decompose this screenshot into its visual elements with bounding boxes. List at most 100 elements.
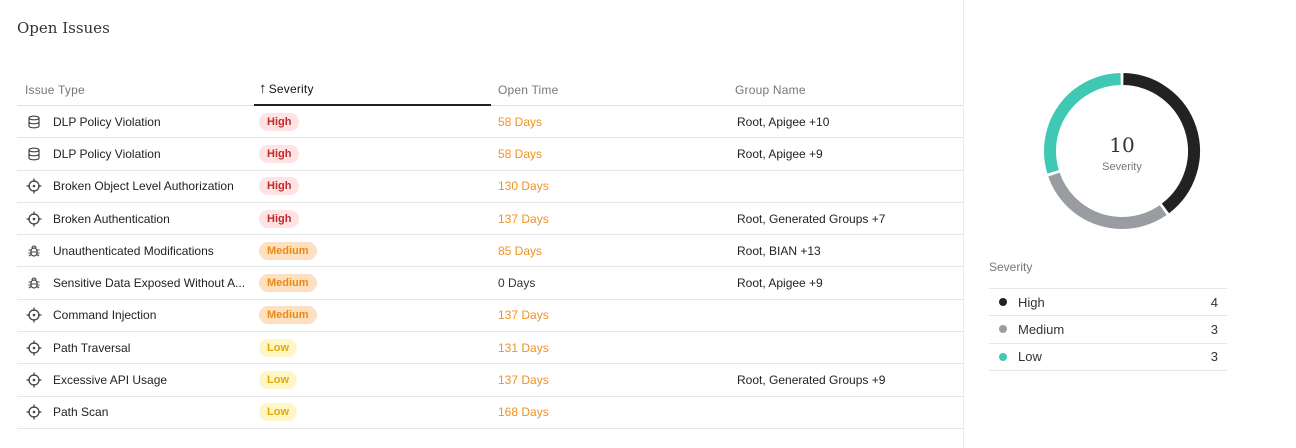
column-header-issue-type[interactable]: Issue Type [17,83,254,105]
table-body: DLP Policy Violation High 58 Days Root, Api… [17,106,963,429]
group-name-cell: Root, Apigee +9 [737,276,823,291]
issue-name: Path Traversal [53,340,131,355]
open-time-cell: 58 Days [498,146,543,161]
legend-dot-icon [999,352,1007,361]
crosshair-icon [26,307,42,323]
issue-name: DLP Policy Violation [53,114,161,129]
severity-legend: High 4 Medium 3 Low 3 [989,288,1227,371]
group-name-cell: Root, Apigee +9 [737,146,823,161]
legend-item-medium[interactable]: Medium 3 [989,316,1227,344]
column-header-open-time[interactable]: Open Time [491,83,728,105]
legend-dot-icon [999,325,1007,334]
issue-type-cell: Excessive API Usage [17,372,254,388]
open-time-cell: 137 Days [498,373,549,388]
severity-badge: Medium [259,241,317,260]
issue-type-cell: Unauthenticated Modifications [17,243,254,259]
severity-summary-panel: 10 Severity Severity High 4 Medium 3 Low 3 [964,0,1296,448]
issue-type-cell: Broken Object Level Authorization [17,178,254,194]
table-row[interactable]: DLP Policy Violation High 58 Days Root, Api… [17,106,963,139]
donut-total-label: Severity [1102,161,1142,173]
severity-cell: Medium [254,241,491,260]
group-name-cell: Root, Apigee +10 [737,114,830,129]
severity-cell: Low [254,403,491,422]
issue-type-cell: Command Injection [17,307,254,323]
open-time-cell: 0 Days [498,276,536,291]
legend-dot-icon [999,298,1007,307]
issue-type-cell: DLP Policy Violation [17,114,254,130]
issue-name: Unauthenticated Modifications [53,243,214,258]
crosshair-icon [26,404,42,420]
severity-badge: Low [259,371,297,390]
legend-item-label: Low [1018,349,1042,365]
legend-title: Severity [989,260,1033,274]
issue-type-cell: DLP Policy Violation [17,146,254,162]
open-time-cell: 137 Days [498,308,549,323]
database-icon [26,114,42,130]
issues-table: Issue Type ↑ Severity Open Time Group Na… [17,76,963,429]
table-row[interactable]: Excessive API Usage Low 137 Days Root, Gene… [17,364,963,397]
table-row[interactable]: Path Traversal Low 131 Days [17,332,963,365]
group-name-cell: Root, Generated Groups +9 [737,373,886,388]
legend-item-count: 3 [1210,349,1218,365]
issue-type-cell: Path Traversal [17,340,254,356]
issue-name: Broken Authentication [53,211,170,226]
severity-badge: High [259,144,300,163]
issue-name: Sensitive Data Exposed Without A... [53,276,246,291]
legend-item-high[interactable]: High 4 [989,289,1227,317]
column-header-severity[interactable]: ↑ Severity [254,81,491,106]
table-row[interactable]: Path Scan Low 168 Days [17,397,963,429]
severity-badge: Low [259,338,297,357]
donut-center: 10 Severity [1041,70,1203,232]
bug-icon [26,275,42,291]
severity-badge: High [259,112,300,131]
severity-cell: High [254,112,491,131]
severity-badge: Medium [259,306,317,325]
column-header-severity-label: Severity [268,82,314,96]
severity-cell: Medium [254,274,491,293]
severity-cell: High [254,144,491,163]
severity-badge: High [259,177,300,196]
severity-badge: Medium [259,274,317,293]
table-row[interactable]: Unauthenticated Modifications Medium 85 Da… [17,235,963,268]
bug-icon [26,243,42,259]
table-row[interactable]: Sensitive Data Exposed Without A... Mediu… [17,267,963,300]
column-header-group-name[interactable]: Group Name [728,83,963,105]
table-row[interactable]: Broken Object Level Authorization High 130… [17,171,963,203]
legend-item-count: 4 [1210,294,1218,310]
panel-title: Open Issues [17,19,110,37]
database-icon [26,146,42,162]
severity-cell: High [254,209,491,228]
open-time-cell: 131 Days [498,340,549,355]
open-time-cell: 130 Days [498,179,549,194]
crosshair-icon [26,178,42,194]
group-name-cell: Root, Generated Groups +7 [737,211,886,226]
severity-cell: Low [254,338,491,357]
issue-name: Excessive API Usage [53,373,168,388]
issue-name: Broken Object Level Authorization [53,179,234,194]
crosshair-icon [26,211,42,227]
donut-total: 10 [1109,133,1135,157]
issue-name: DLP Policy Violation [53,146,161,161]
open-time-cell: 168 Days [498,405,549,420]
legend-item-label: High [1018,294,1045,310]
severity-cell: High [254,177,491,196]
open-time-cell: 137 Days [498,211,549,226]
table-row[interactable]: Broken Authentication High 137 Days Root, G… [17,203,963,236]
issue-name: Command Injection [53,308,157,323]
open-time-cell: 58 Days [498,114,543,129]
table-header: Issue Type ↑ Severity Open Time Group Na… [17,76,963,106]
severity-cell: Low [254,371,491,390]
crosshair-icon [26,340,42,356]
open-time-cell: 85 Days [498,243,543,258]
issue-type-cell: Sensitive Data Exposed Without A... [17,275,254,291]
issue-type-cell: Path Scan [17,404,254,420]
crosshair-icon [26,372,42,388]
legend-item-count: 3 [1210,321,1218,337]
severity-cell: Medium [254,306,491,325]
legend-item-low[interactable]: Low 3 [989,344,1227,371]
issue-name: Path Scan [53,405,109,420]
severity-badge: High [259,209,300,228]
table-row[interactable]: DLP Policy Violation High 58 Days Root, Api… [17,138,963,171]
table-row[interactable]: Command Injection Medium 137 Days [17,300,963,333]
issue-type-cell: Broken Authentication [17,211,254,227]
